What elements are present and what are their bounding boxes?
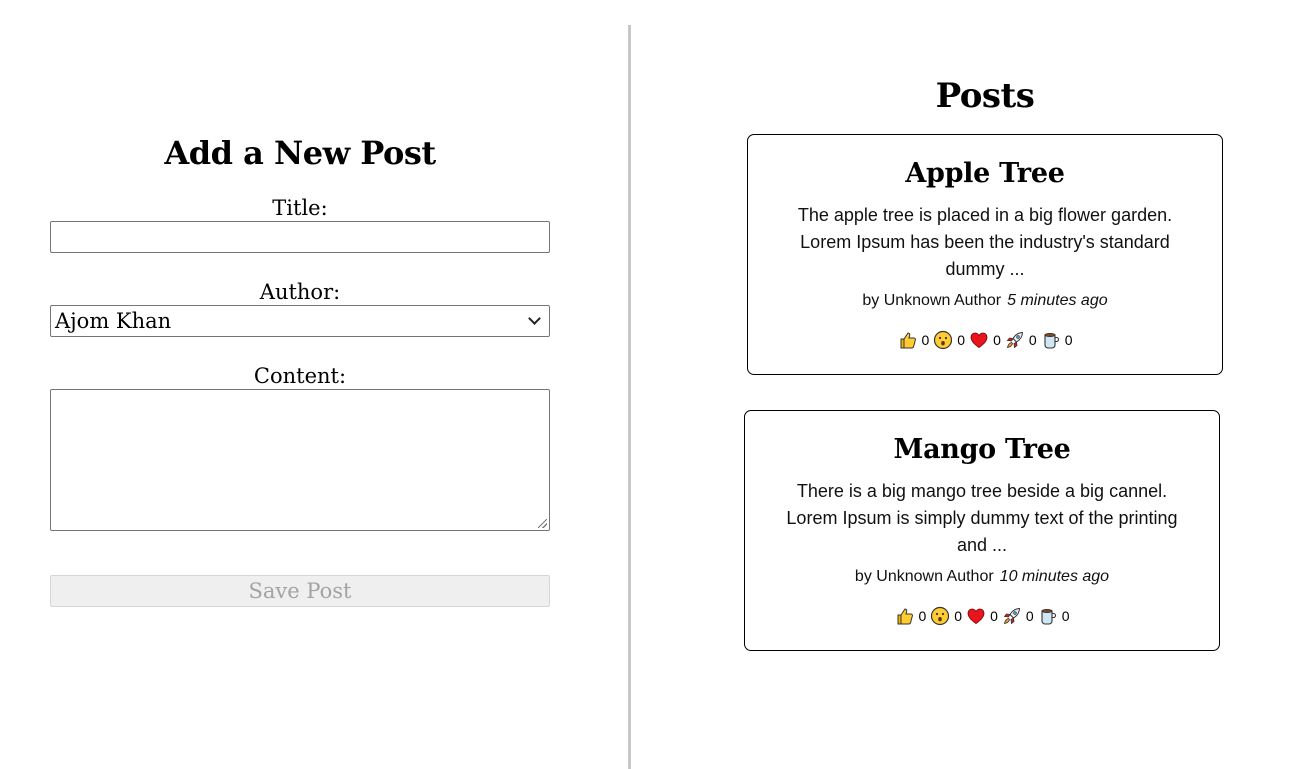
- reaction-bar: 0 0 0 0 0: [745, 606, 1219, 626]
- reaction-count: 0: [918, 608, 927, 624]
- resize-grip-icon[interactable]: [538, 519, 547, 528]
- reaction-count: 0: [1028, 332, 1037, 348]
- title-label: Title:: [272, 196, 328, 220]
- reaction-rocket-button[interactable]: 0: [1005, 330, 1037, 350]
- reaction-coffee-button[interactable]: 0: [1041, 330, 1073, 350]
- posts-heading: Posts: [935, 76, 1035, 116]
- reaction-bar: 0 0 0 0 0: [748, 330, 1222, 350]
- post-excerpt: There is a big mango tree beside a big c…: [786, 481, 1178, 555]
- reaction-count: 0: [954, 608, 963, 624]
- post-title: Mango Tree: [893, 434, 1071, 465]
- coffee-icon: [1044, 332, 1059, 349]
- reaction-coffee-button[interactable]: 0: [1038, 606, 1070, 626]
- reaction-count: 0: [1061, 608, 1070, 624]
- content-label: Content:: [253, 364, 347, 388]
- wow-face-icon: [934, 330, 953, 350]
- reaction-count: 0: [993, 332, 1001, 348]
- reaction-wow-button[interactable]: 0: [933, 330, 965, 350]
- thumbs-up-icon: [900, 332, 916, 349]
- coffee-icon: [1041, 608, 1056, 625]
- panel-divider: [628, 25, 631, 769]
- reaction-heart-button[interactable]: 0: [969, 330, 1001, 350]
- post-meta: by Unknown Author 10 minutes ago: [745, 568, 1219, 586]
- post-title: Apple Tree: [905, 158, 1065, 189]
- post-meta: by Unknown Author 5 minutes ago: [748, 292, 1222, 310]
- reaction-count: 0: [1025, 608, 1034, 624]
- reaction-count: 0: [957, 332, 966, 348]
- post-excerpt: The apple tree is placed in a big flower…: [797, 205, 1173, 279]
- form-heading: Add a New Post: [164, 134, 436, 172]
- rocket-icon: [1006, 331, 1023, 349]
- reaction-count: 0: [1064, 332, 1073, 348]
- thumbs-up-icon: [897, 608, 913, 625]
- title-input[interactable]: [50, 221, 550, 253]
- author-label: Author:: [259, 280, 341, 304]
- rocket-icon: [1003, 607, 1020, 625]
- heart-icon: [967, 608, 985, 624]
- add-post-form: Add a New Post Title: Author: Ajom Khan …: [0, 0, 600, 769]
- wow-face-icon: [931, 606, 950, 626]
- reaction-thumbs-up-button[interactable]: 0: [898, 330, 930, 350]
- reaction-thumbs-up-button[interactable]: 0: [895, 606, 927, 626]
- author-select-value: Ajom Khan: [55, 309, 172, 333]
- author-select[interactable]: Ajom Khan: [50, 305, 550, 337]
- content-textarea[interactable]: [50, 389, 550, 531]
- post-time: 5 minutes ago: [1007, 292, 1108, 309]
- post-time: 10 minutes ago: [999, 568, 1110, 585]
- chevron-down-icon: [528, 312, 541, 325]
- reaction-heart-button[interactable]: 0: [966, 606, 998, 626]
- reaction-rocket-button[interactable]: 0: [1002, 606, 1034, 626]
- post-card: Mango Tree There is a big mango tree bes…: [744, 410, 1220, 651]
- reaction-count: 0: [921, 332, 930, 348]
- post-author: by Unknown Author: [862, 292, 1002, 309]
- reaction-wow-button[interactable]: 0: [930, 606, 962, 626]
- save-post-button[interactable]: Save Post: [50, 575, 550, 607]
- heart-icon: [970, 332, 988, 348]
- reaction-count: 0: [990, 608, 998, 624]
- post-author: by Unknown Author: [854, 568, 994, 585]
- post-card: Apple Tree The apple tree is placed in a…: [747, 134, 1223, 375]
